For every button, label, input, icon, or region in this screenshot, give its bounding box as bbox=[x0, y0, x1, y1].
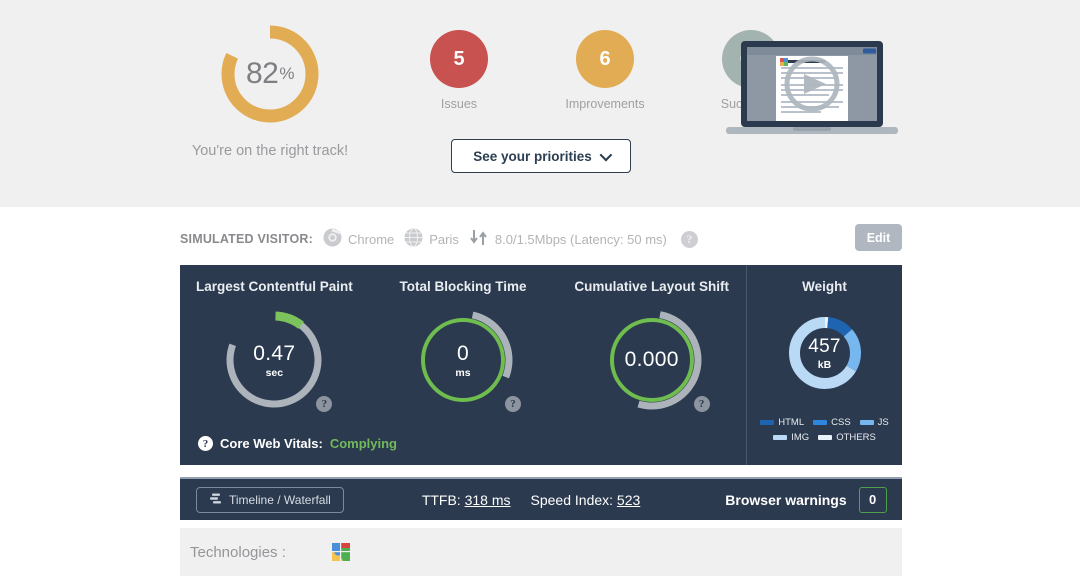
speed-index-label: Speed Index: bbox=[531, 492, 614, 508]
browser-warnings-badge[interactable]: 0 bbox=[859, 487, 887, 513]
metric-tbt-help-icon[interactable]: ? bbox=[505, 396, 521, 412]
laptop-video-illustration[interactable] bbox=[723, 40, 901, 140]
global-score-value: 82 bbox=[246, 57, 278, 91]
metric-cls-gauge: 0.000 ? bbox=[598, 306, 706, 414]
technologies-row: Technologies : bbox=[180, 528, 902, 576]
timeline-waterfall-button[interactable]: Timeline / Waterfall bbox=[196, 487, 344, 513]
metric-cls-value-group: 0.000 bbox=[598, 306, 706, 414]
weight-legend-label-js: JS bbox=[878, 417, 889, 428]
visitor-help-icon[interactable]: ? bbox=[681, 231, 698, 248]
counter-issues-label: Issues bbox=[400, 97, 518, 111]
core-web-vitals-label: Core Web Vitals: bbox=[220, 436, 323, 451]
globe-icon bbox=[404, 228, 423, 250]
metric-tbt-value-group: 0 ms bbox=[409, 306, 517, 414]
global-score-unit: % bbox=[279, 64, 294, 84]
laptop-video-illustration-svg bbox=[723, 40, 901, 140]
metrics-panel: Largest Contentful Paint 0.47 sec ? ? Co… bbox=[180, 265, 902, 465]
weight-legend-item-html: HTML bbox=[760, 417, 804, 428]
weight-legend-label-img: IMG bbox=[791, 432, 809, 443]
chevron-down-icon bbox=[599, 148, 612, 161]
weight-legend-item-img: IMG bbox=[773, 432, 809, 443]
metric-lcp-unit: sec bbox=[266, 367, 284, 379]
weight-legend-swatch-others bbox=[818, 435, 832, 440]
visitor-location-label: Paris bbox=[429, 232, 459, 247]
weight-legend-swatch-img bbox=[773, 435, 787, 440]
weight-legend-item-js: JS bbox=[860, 417, 889, 428]
weight-legend-label-others: OTHERS bbox=[836, 432, 876, 443]
waterfall-icon bbox=[209, 493, 222, 507]
metric-weight-legend: HTML CSS JS IMG OTHERS bbox=[747, 417, 902, 443]
weight-legend-item-others: OTHERS bbox=[818, 432, 876, 443]
ttfb-label: TTFB: bbox=[422, 492, 461, 508]
metric-cls-help-icon[interactable]: ? bbox=[694, 396, 710, 412]
edit-button[interactable]: Edit bbox=[855, 224, 902, 251]
chrome-icon bbox=[323, 228, 342, 250]
counter-improvements[interactable]: 6 Improvements bbox=[546, 30, 664, 111]
metric-lcp-gauge: 0.47 sec ? bbox=[220, 306, 328, 414]
browser-warnings-label: Browser warnings bbox=[725, 492, 846, 508]
speed-index-value[interactable]: 523 bbox=[617, 492, 640, 508]
metric-lcp-help-icon[interactable]: ? bbox=[316, 396, 332, 412]
global-score-caption: You're on the right track! bbox=[155, 143, 385, 159]
technologies-label: Technologies : bbox=[190, 544, 286, 561]
visitor-browser-label: Chrome bbox=[348, 232, 394, 247]
ttfb-stat: TTFB: 318 ms bbox=[422, 492, 511, 508]
visitor-location[interactable]: Paris bbox=[404, 228, 459, 250]
metric-weight: Weight 457 kB HTML CSS JS IMG OTHERS bbox=[746, 265, 902, 465]
core-web-vitals-help-icon[interactable]: ? bbox=[198, 436, 213, 451]
weight-legend-swatch-css bbox=[813, 420, 827, 425]
metric-lcp-value: 0.47 bbox=[253, 342, 295, 366]
metric-tbt-value: 0 bbox=[457, 342, 469, 366]
metric-largest-contentful-paint: Largest Contentful Paint 0.47 sec ? ? Co… bbox=[180, 265, 369, 465]
counter-improvements-bubble: 6 bbox=[576, 30, 634, 88]
metric-lcp-title: Largest Contentful Paint bbox=[180, 279, 369, 294]
metric-lcp-value-group: 0.47 sec bbox=[220, 306, 328, 414]
global-score-donut: 82 % bbox=[218, 22, 322, 126]
see-your-priorities-button[interactable]: See your priorities bbox=[451, 139, 631, 173]
visitor-connection: 8.0/1.5Mbps (Latency: 50 ms) bbox=[469, 229, 667, 249]
counter-issues-bubble: 5 bbox=[430, 30, 488, 88]
metric-tbt-unit: ms bbox=[455, 367, 470, 379]
metric-cumulative-layout-shift: Cumulative Layout Shift 0.000 ? bbox=[557, 265, 746, 465]
weight-legend-swatch-html bbox=[760, 420, 774, 425]
ttfb-value[interactable]: 318 ms bbox=[465, 492, 511, 508]
counter-improvements-label: Improvements bbox=[546, 97, 664, 111]
weight-legend-swatch-js bbox=[860, 420, 874, 425]
metric-weight-unit: kB bbox=[818, 359, 831, 371]
metric-total-blocking-time: Total Blocking Time 0 ms ? bbox=[369, 265, 558, 465]
global-score-value-group: 82 % bbox=[218, 22, 322, 126]
metric-tbt-title: Total Blocking Time bbox=[369, 279, 558, 294]
metric-cls-title: Cumulative Layout Shift bbox=[557, 279, 746, 294]
google-analytics-icon[interactable] bbox=[332, 543, 350, 561]
simulated-visitor-title: SIMULATED VISITOR: bbox=[180, 232, 313, 246]
timeline-waterfall-label: Timeline / Waterfall bbox=[229, 493, 331, 507]
metric-weight-value: 457 bbox=[808, 336, 841, 358]
see-your-priorities-label: See your priorities bbox=[473, 149, 592, 164]
download-upload-icon bbox=[469, 229, 489, 249]
weight-legend-item-css: CSS bbox=[813, 417, 851, 428]
metric-weight-title: Weight bbox=[747, 279, 902, 294]
counter-issues[interactable]: 5 Issues bbox=[400, 30, 518, 111]
hero-band: 82 % You're on the right track! 5 Issues… bbox=[0, 0, 1080, 207]
metric-tbt-gauge: 0 ms ? bbox=[409, 306, 517, 414]
core-web-vitals-status: ? Core Web Vitals: Complying bbox=[198, 436, 397, 451]
metric-weight-donut: 457 kB bbox=[782, 310, 868, 396]
global-score-block: 82 % You're on the right track! bbox=[155, 22, 385, 159]
visitor-browser[interactable]: Chrome bbox=[323, 228, 394, 250]
weight-legend-label-css: CSS bbox=[831, 417, 851, 428]
footer-stats-bar: Timeline / Waterfall TTFB: 318 ms Speed … bbox=[180, 477, 902, 520]
speed-index-stat: Speed Index: 523 bbox=[531, 492, 641, 508]
metric-cls-value: 0.000 bbox=[625, 348, 679, 372]
metric-weight-value-group: 457 kB bbox=[782, 310, 868, 396]
visitor-connection-label: 8.0/1.5Mbps (Latency: 50 ms) bbox=[495, 232, 667, 247]
weight-legend-label-html: HTML bbox=[778, 417, 804, 428]
simulated-visitor-row: SIMULATED VISITOR: Chrome Paris 8.0/1.5M… bbox=[180, 224, 902, 254]
